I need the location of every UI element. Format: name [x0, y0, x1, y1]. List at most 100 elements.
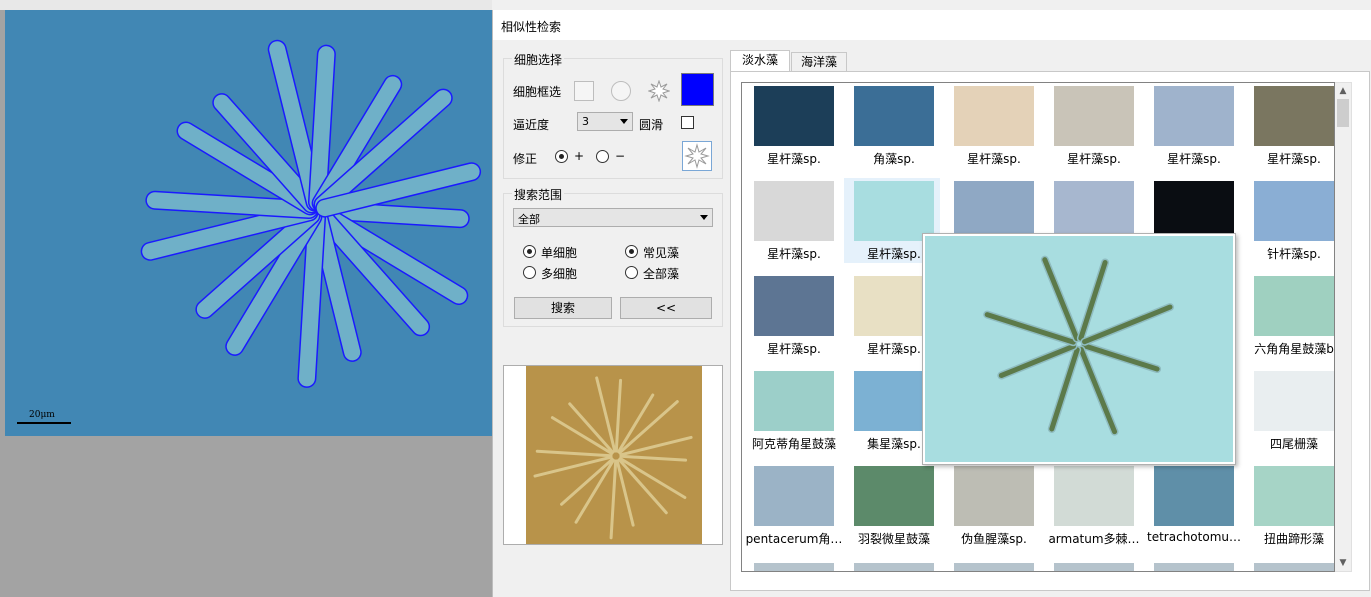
result-label: 星杆藻sp. [767, 152, 821, 166]
result-item[interactable]: 扭曲蹄形藻 [1244, 463, 1334, 548]
result-item[interactable]: 阿克蒂角星鼓藻 [744, 368, 840, 453]
all-algae-radio[interactable] [625, 266, 638, 279]
scale-bar: 20μm [17, 410, 71, 426]
result-thumbnail[interactable] [1254, 181, 1334, 241]
result-item[interactable]: tetrachotomu… [1144, 463, 1241, 548]
result-item[interactable]: 星杆藻sp. [744, 178, 840, 263]
result-label: 星杆藻sp. [967, 152, 1021, 166]
search-button[interactable]: 搜索 [514, 297, 612, 319]
approx-select[interactable]: 3 [577, 112, 633, 131]
result-label: 羽裂微星鼓藻 [857, 532, 930, 546]
result-label: 星杆藻sp. [767, 342, 821, 356]
result-thumbnail[interactable] [754, 466, 834, 526]
result-item[interactable]: pentacerum角… [744, 463, 842, 548]
multi-cell-radio[interactable] [523, 266, 536, 279]
result-thumbnail[interactable] [754, 181, 834, 241]
fix-minus-radio[interactable] [596, 150, 609, 163]
square-shape-icon[interactable] [574, 81, 594, 101]
scale-bar-line [17, 422, 71, 424]
result-thumbnail[interactable] [1254, 86, 1334, 146]
result-thumbnail[interactable] [954, 563, 1034, 571]
circle-shape-icon[interactable] [611, 81, 631, 101]
result-thumbnail[interactable] [754, 86, 834, 146]
result-thumbnail[interactable] [1054, 466, 1134, 526]
frame-select-label: 细胞框选 [513, 85, 562, 99]
result-thumbnail[interactable] [1054, 181, 1134, 241]
result-label: 星杆藻sp. [1067, 152, 1121, 166]
fix-shape-button[interactable] [682, 141, 712, 171]
result-item[interactable]: 星杆藻sp. [744, 83, 840, 168]
scale-bar-label: 20μm [29, 410, 55, 420]
result-item[interactable]: 针杆藻sp. [1244, 178, 1334, 263]
enlarged-preview-image [925, 236, 1233, 462]
result-thumbnail[interactable] [754, 371, 834, 431]
result-thumbnail[interactable] [854, 563, 934, 571]
result-thumbnail[interactable] [854, 181, 934, 241]
result-thumbnail[interactable] [1254, 466, 1334, 526]
result-label: tetrachotomu… [1147, 530, 1241, 544]
result-thumbnail[interactable] [954, 86, 1034, 146]
result-thumbnail[interactable] [1154, 181, 1234, 241]
result-thumbnail[interactable] [1254, 563, 1334, 571]
frame-color-swatch[interactable] [681, 73, 714, 106]
result-thumbnail[interactable] [854, 86, 934, 146]
result-label: 角藻sp. [873, 152, 915, 166]
tab-marine[interactable]: 海洋藻 [791, 52, 847, 72]
collapse-button[interactable]: << [620, 297, 712, 319]
result-thumbnail[interactable] [754, 563, 834, 571]
result-item[interactable]: 伪鱼腥藻sp. [944, 463, 1040, 548]
tab-freshwater[interactable]: 淡水藻 [730, 50, 790, 72]
scroll-up-icon[interactable]: ▲ [1335, 83, 1351, 99]
scope-select[interactable]: 全部 [513, 208, 713, 227]
results-scrollbar[interactable]: ▲ ▼ [1335, 82, 1352, 572]
result-item[interactable]: 星杆藻sp. [1244, 83, 1334, 168]
common-algae-radio[interactable] [625, 245, 638, 258]
cell-contour-overlay[interactable] [5, 10, 492, 436]
result-thumbnail[interactable] [954, 466, 1034, 526]
result-item[interactable]: armatum多棘… [1044, 463, 1140, 548]
scope-value: 全部 [518, 213, 540, 226]
result-item[interactable]: 星杆藻sp. [1144, 83, 1240, 168]
result-thumbnail[interactable] [1254, 276, 1334, 336]
search-range-group: 搜索范围 全部 单细胞 常见藻 多细胞 全部藻 搜索 << [503, 186, 723, 327]
result-item[interactable]: 羽裂微星鼓藻 [844, 463, 940, 548]
result-thumbnail[interactable] [1254, 371, 1334, 431]
star-shape-icon[interactable] [647, 79, 671, 103]
result-item[interactable]: 星杆藻sp. [744, 273, 840, 358]
star-outline-icon [684, 143, 710, 169]
fix-plus-radio[interactable] [555, 150, 568, 163]
scroll-down-icon[interactable]: ▼ [1335, 555, 1351, 571]
cell-select-group: 细胞选择 细胞框选 逼近度 3 圆滑 修正 + − [503, 51, 723, 179]
result-thumbnail[interactable] [1154, 466, 1234, 526]
image-viewer[interactable]: 20μm [0, 0, 492, 597]
result-thumbnail[interactable] [1154, 563, 1234, 571]
result-thumbnail[interactable] [754, 276, 834, 336]
search-range-group-label: 搜索范围 [512, 186, 565, 203]
result-thumbnail[interactable] [1054, 563, 1134, 571]
result-label: 星杆藻sp. [1267, 152, 1321, 166]
preview-image [526, 366, 702, 544]
cell-image[interactable]: 20μm [5, 10, 492, 436]
result-item[interactable]: 星杆藻sp. [1044, 83, 1140, 168]
fix-label: 修正 [513, 152, 538, 166]
result-item[interactable]: 四尾栅藻 [1244, 368, 1334, 453]
result-thumbnail[interactable] [1054, 86, 1134, 146]
dialog-title-bar: 相似性检索 [493, 10, 1371, 40]
result-thumbnail[interactable] [1154, 86, 1234, 146]
result-thumbnail[interactable] [954, 181, 1034, 241]
result-item[interactable]: 角藻sp. [844, 83, 940, 168]
result-item[interactable]: 星杆藻sp. [944, 83, 1040, 168]
smooth-label: 圆滑 [639, 118, 664, 132]
chevron-down-icon [700, 215, 708, 220]
single-cell-radio[interactable] [523, 245, 536, 258]
multi-cell-label: 多细胞 [541, 267, 578, 281]
chevron-down-icon [620, 119, 628, 124]
viewer-top-strip [0, 0, 492, 10]
all-algae-label: 全部藻 [643, 267, 680, 281]
scroll-thumb[interactable] [1337, 99, 1349, 127]
smooth-checkbox[interactable] [681, 116, 694, 129]
result-item[interactable]: 六角角星鼓藻b [1244, 273, 1334, 358]
result-thumbnail[interactable] [854, 466, 934, 526]
common-algae-label: 常见藻 [643, 246, 680, 260]
enlarged-preview-popup [922, 233, 1236, 465]
